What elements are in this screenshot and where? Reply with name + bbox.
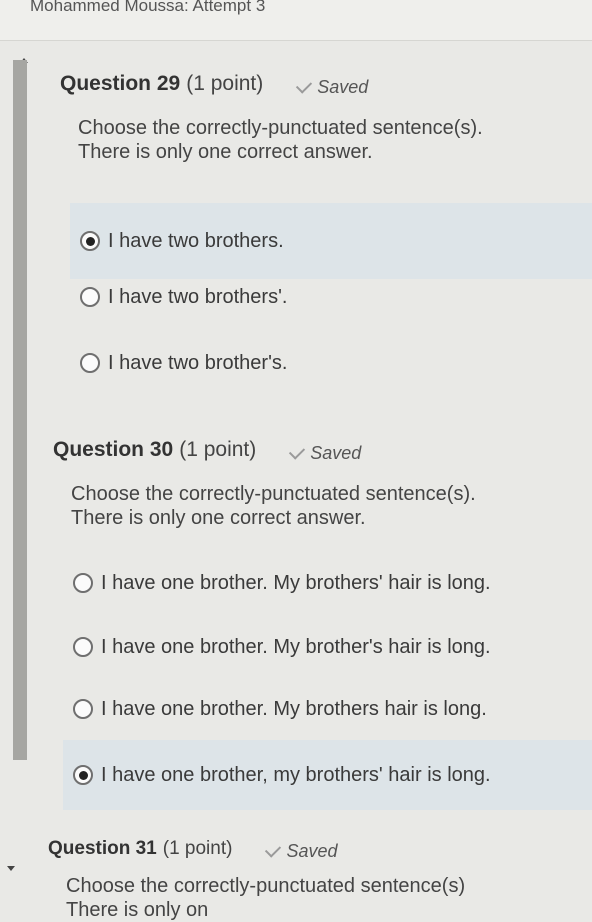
option-label: I have two brothers'. [108,285,288,308]
question-points: (1 point) [162,838,233,859]
answer-option[interactable]: I have one brother. My brothers hair is … [63,680,592,738]
question-31: Question 31 (1 point) Saved Choose the c… [48,838,592,922]
radio-button[interactable] [73,699,93,719]
option-label: I have one brother. My brothers hair is … [101,697,487,720]
question-title: Question 29 [60,72,181,95]
saved-label: Saved [310,443,362,463]
prompt-line: There is only one correct answer. [78,141,373,163]
answer-option[interactable]: I have one brother. My brother's hair is… [63,618,592,676]
question-29: Question 29 (1 point) Saved Choose the c… [60,72,592,164]
check-icon [296,77,313,94]
question-prompt: Choose the correctly-punctuated sentence… [66,874,592,922]
radio-button[interactable] [73,637,93,657]
answer-option[interactable]: I have two brother's. [70,334,580,392]
check-icon [289,443,306,460]
question-30: Question 30 (1 point) Saved Choose the c… [53,438,592,530]
prompt-line: There is only one correct answer. [71,507,366,529]
prompt-line: Choose the correctly-punctuated sentence… [66,875,466,897]
scrollbar[interactable] [13,60,27,760]
option-label: I have one brother. My brother's hair is… [101,635,491,658]
radio-button[interactable] [80,353,100,373]
prompt-line: Choose the correctly-punctuated sentence… [78,117,483,139]
saved-status: Saved [296,77,369,98]
question-prompt: Choose the correctly-punctuated sentence… [71,482,592,530]
option-label: I have two brother's. [108,351,288,374]
question-points: (1 point) [179,438,257,461]
option-label: I have one brother. My brothers' hair is… [101,571,491,594]
radio-button[interactable] [73,573,93,593]
saved-status: Saved [265,841,338,862]
answer-option[interactable]: I have one brother, my brothers' hair is… [63,740,592,810]
radio-button[interactable] [80,287,100,307]
option-label: I have two brothers. [108,229,284,252]
prompt-line: Choose the correctly-punctuated sentence… [71,483,476,505]
question-title: Question 31 [48,838,157,859]
question-prompt: Choose the correctly-punctuated sentence… [78,116,592,164]
radio-button-selected[interactable] [73,765,93,785]
attempt-header: Mohammed Moussa: Attempt 3 [0,0,592,41]
saved-status: Saved [289,443,362,464]
question-title: Question 30 [53,438,174,461]
answer-option[interactable]: I have two brothers'. [70,268,580,326]
option-label: I have one brother, my brothers' hair is… [101,763,491,786]
scroll-down-arrow-icon[interactable] [7,866,15,871]
saved-label: Saved [317,77,369,97]
saved-label: Saved [286,841,338,861]
check-icon [265,841,282,858]
prompt-line: There is only on [66,899,209,921]
radio-button-selected[interactable] [80,231,100,251]
answer-option[interactable]: I have one brother. My brothers' hair is… [63,554,592,612]
question-points: (1 point) [186,72,264,95]
attempt-title: Mohammed Moussa: Attempt 3 [30,0,266,15]
